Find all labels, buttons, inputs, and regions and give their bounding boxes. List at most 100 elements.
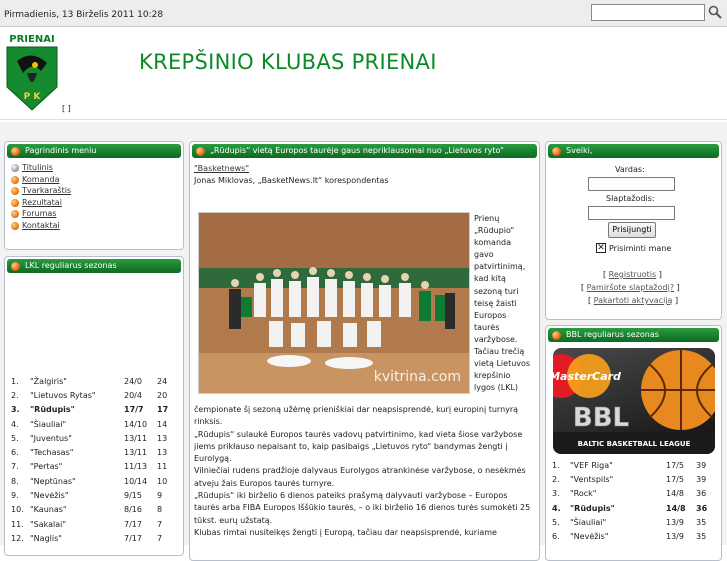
search-input[interactable] <box>591 4 705 21</box>
menu-item-komanda[interactable]: Komanda <box>11 174 177 186</box>
menu-link[interactable]: Titulinis <box>22 163 53 172</box>
rank: 4. <box>552 503 561 513</box>
article-paragraph: Klubas rimtai nusiteikęs žengti į Europą… <box>194 527 497 537</box>
remember-me-checkbox[interactable]: ✕ <box>596 243 606 253</box>
team-name: "Pertas" <box>30 462 63 472</box>
search-icon[interactable] <box>708 5 722 19</box>
table-row[interactable]: 12. "Naglis" 7/17 7 <box>11 531 175 545</box>
article-author: Jonas Miklovas, „BasketNews.lt“ korespon… <box>194 176 389 185</box>
table-row[interactable]: 5. "Juventus" 13/11 13 <box>11 431 175 445</box>
bbl-standings-table: 1. "VEF Riga" 17/5 39 2. "Ventspils" 17/5 39 3… <box>552 458 714 544</box>
password-label: Slaptažodis: <box>606 194 655 203</box>
table-row[interactable]: 1. "Žalgiris" 24/0 24 <box>11 374 175 388</box>
team-name: "Techasas" <box>30 448 74 458</box>
record: 13/9 <box>666 532 684 542</box>
forgot-password-link-row: [ Pamiršote slaptažodį? ] <box>581 283 680 292</box>
club-logo[interactable]: PRIENAI P K <box>5 31 59 111</box>
menu-item-rezultatai[interactable]: Rezultatai <box>11 197 177 209</box>
table-row[interactable]: 5. "Šiauliai" 13/9 35 <box>552 515 714 529</box>
menu-item-forumas[interactable]: Forumas <box>11 208 177 220</box>
record: 9/15 <box>124 491 142 501</box>
article-paragraph: „Rūdupis“ iki birželio 6 dienos pateiks … <box>194 491 531 525</box>
menu-item-tvarkarastis[interactable]: Tvarkaraštis <box>11 185 177 197</box>
table-row[interactable]: 6. "Nevėžis" 13/9 35 <box>552 529 714 543</box>
bbl-banner[interactable]: MasterCard BBL BALTIC BASKETBALL LEAGUE <box>553 348 715 454</box>
team-photo-image: kvitrina.com <box>199 213 469 393</box>
points: 7 <box>157 519 163 529</box>
bullet-icon <box>11 164 19 172</box>
table-row[interactable]: 10. "Kaunas" 8/16 8 <box>11 503 175 517</box>
points: 24 <box>157 376 168 386</box>
forgot-password-link[interactable]: Pamiršote slaptažodį? <box>587 283 674 292</box>
team-name: "Rūdupis" <box>30 405 75 415</box>
reactivation-link[interactable]: Pakartoti aktyvaciją <box>594 296 673 305</box>
menu-link[interactable]: Komanda <box>22 175 60 184</box>
record: 14/10 <box>124 419 148 429</box>
table-row[interactable]: 7. "Pertas" 11/13 11 <box>11 460 175 474</box>
username-label: Vardas: <box>615 165 645 174</box>
table-row[interactable]: 4. "Šiauliai" 14/10 14 <box>11 417 175 431</box>
table-row-highlight[interactable]: 4. "Rūdupis" 14/8 36 <box>552 501 714 515</box>
menu-item-titulinis[interactable]: Titulinis <box>11 162 177 174</box>
table-row-highlight[interactable]: 3. "Rūdupis" 17/7 17 <box>11 403 175 417</box>
team-name: "Lietuvos Rytas" <box>30 390 96 400</box>
bullet-icon <box>11 221 19 230</box>
points: 36 <box>696 503 708 513</box>
lkl-title: LKL reguliarus sezonas <box>25 261 117 270</box>
current-date: Pirmadienis, 13 Birželis 2011 10:28 <box>4 10 164 20</box>
record: 17/5 <box>666 474 684 484</box>
bullet-icon <box>552 147 561 156</box>
points: 20 <box>157 390 168 400</box>
team-name: "Šiauliai" <box>570 517 607 527</box>
register-link[interactable]: Registruotis <box>609 270 657 279</box>
table-row[interactable]: 8. "Neptūnas" 10/14 10 <box>11 474 175 488</box>
bullet-icon <box>11 147 20 156</box>
team-name: "Juventus" <box>30 433 72 443</box>
points: 36 <box>696 489 707 499</box>
password-field[interactable] <box>588 206 675 220</box>
rank: 3. <box>11 405 20 415</box>
table-row[interactable]: 9. "Nevėžis" 9/15 9 <box>11 488 175 502</box>
record: 13/11 <box>124 433 148 443</box>
main-menu-list: Titulinis Komanda Tvarkaraštis Rezultata… <box>5 160 183 234</box>
username-field[interactable] <box>588 177 675 191</box>
record: 10/14 <box>124 476 148 486</box>
menu-link[interactable]: Tvarkaraštis <box>22 186 71 195</box>
team-name: "Kaunas" <box>30 505 67 515</box>
record: 13/11 <box>124 448 148 458</box>
menu-link[interactable]: Kontaktai <box>22 221 60 230</box>
table-row[interactable]: 2. "Ventspils" 17/5 39 <box>552 472 714 486</box>
article-source-link[interactable]: "Basketnews" <box>194 164 249 173</box>
team-name: "Šiauliai" <box>30 419 67 429</box>
record: 17/7 <box>124 405 144 415</box>
rank: 6. <box>552 532 560 542</box>
menu-item-kontaktai[interactable]: Kontaktai <box>11 220 177 232</box>
bullet-icon <box>11 187 19 196</box>
record: 7/17 <box>124 533 142 543</box>
points: 13 <box>157 433 168 443</box>
team-name: "Sakalai" <box>30 519 67 529</box>
bbl-title: BBL reguliarus sezonas <box>566 330 659 339</box>
points: 10 <box>157 476 168 486</box>
points: 13 <box>157 448 168 458</box>
table-row[interactable]: 2. "Lietuvos Rytas" 20/4 20 <box>11 388 175 402</box>
table-row[interactable]: 11. "Sakalai" 7/17 7 <box>11 517 175 531</box>
menu-link[interactable]: Rezultatai <box>22 198 62 207</box>
panel-caption: BBL reguliarus sezonas <box>548 328 719 342</box>
register-link-row: [ Registruotis ] <box>603 270 662 279</box>
bbl-banner-graphic: MasterCard BBL BALTIC BASKETBALL LEAGUE <box>553 350 715 454</box>
article-title[interactable]: „Rūdupis“ vietą Europos taurėje gaus nep… <box>210 146 504 155</box>
table-row[interactable]: 3. "Rock" 14/8 36 <box>552 487 714 501</box>
site-title[interactable]: KREPŠINIO KLUBAS PRIENAI <box>139 50 437 74</box>
panel-caption: LKL reguliarus sezonas <box>7 259 181 273</box>
table-row[interactable]: 1. "VEF Riga" 17/5 39 <box>552 458 714 472</box>
login-button[interactable]: Prisijungti <box>608 222 656 238</box>
photo-watermark: kvitrina.com <box>374 369 461 385</box>
panel-caption: Pagrindinis meniu <box>7 144 181 158</box>
rank: 1. <box>11 376 19 386</box>
table-row[interactable]: 6. "Techasas" 13/11 13 <box>11 445 175 459</box>
points: 11 <box>157 462 168 472</box>
menu-link[interactable]: Forumas <box>22 209 56 218</box>
bullet-icon <box>11 210 19 219</box>
article-caption[interactable]: „Rūdupis“ vietą Europos taurėje gaus nep… <box>192 144 537 158</box>
